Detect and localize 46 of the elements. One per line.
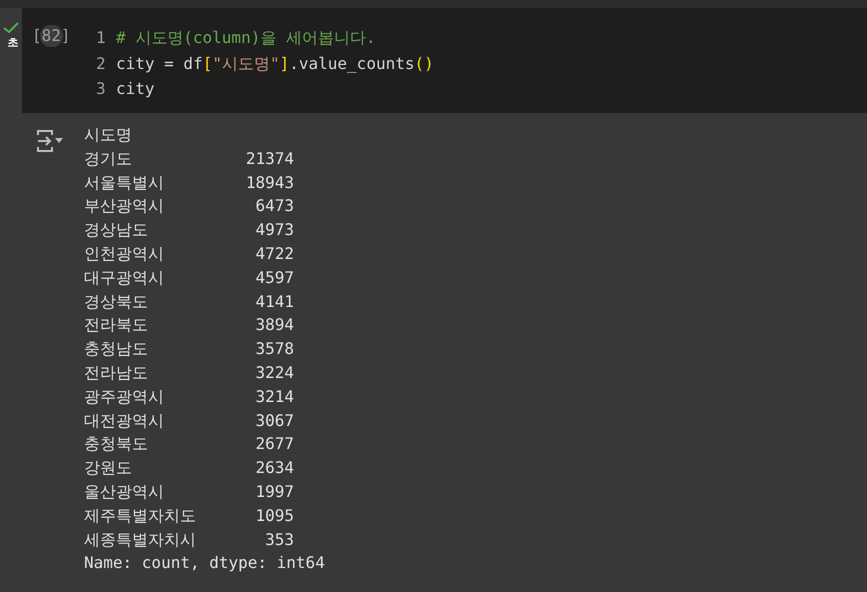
code-line: city	[116, 78, 155, 100]
count-value: 4141	[255, 290, 294, 313]
count-value: 3224	[255, 362, 294, 384]
city-name: 세종특별자치시	[84, 528, 197, 551]
line-number: 1	[96, 27, 107, 49]
city-name: 서울특별시	[84, 172, 165, 194]
count-value: 3578	[255, 338, 294, 360]
city-name: 광주광역시	[84, 386, 165, 408]
count-value: 2677	[255, 433, 294, 456]
code-cell[interactable]: [82] 1 # 시도명(column)을 세어봅니다. 2 city = df["시도명"].value_counts() 3 city	[22, 8, 867, 113]
count-value: 353	[265, 528, 294, 551]
city-name: 전라북도	[84, 314, 149, 336]
city-name: 제주특별자치도	[84, 504, 197, 527]
city-name: 울산광역시	[84, 480, 165, 503]
check-icon	[3, 22, 19, 34]
count-value: 3894	[255, 314, 294, 336]
series-name: 시도명	[84, 124, 132, 146]
code-comment: # 시도명(column)을 세어봅니다.	[116, 27, 376, 49]
city-name: 경기도	[84, 148, 133, 170]
line-number: 2	[96, 52, 107, 74]
count-value: 3214	[255, 386, 294, 408]
code-line: city = df["시도명"].value_counts()	[116, 52, 434, 75]
count-value: 2634	[255, 457, 294, 480]
execution-time: 초	[8, 38, 18, 49]
count-value: 6473	[255, 195, 294, 218]
dtype-summary: Name: count, dtype: int64	[84, 552, 325, 574]
city-name: 대구광역시	[84, 266, 165, 289]
city-name: 인천광역시	[84, 242, 165, 265]
city-name: 대전광역시	[84, 410, 165, 432]
line-number: 3	[96, 78, 107, 100]
city-name: 충청북도	[84, 433, 149, 456]
city-name: 경상북도	[84, 290, 149, 313]
count-value: 21374	[246, 148, 294, 170]
count-value: 4973	[255, 219, 294, 242]
output-toggle-icon[interactable]	[36, 129, 66, 153]
city-name: 강원도	[84, 457, 133, 480]
city-name: 경상남도	[84, 219, 149, 242]
count-value: 1997	[255, 480, 294, 503]
city-name: 부산광역시	[84, 195, 165, 218]
city-name: 전라남도	[84, 362, 149, 384]
city-name: 충청남도	[84, 338, 149, 360]
count-value: 4722	[255, 242, 294, 265]
count-value: 18943	[246, 172, 294, 194]
count-value: 1095	[255, 504, 294, 527]
count-value: 3067	[255, 410, 294, 432]
count-value: 4597	[255, 266, 294, 289]
